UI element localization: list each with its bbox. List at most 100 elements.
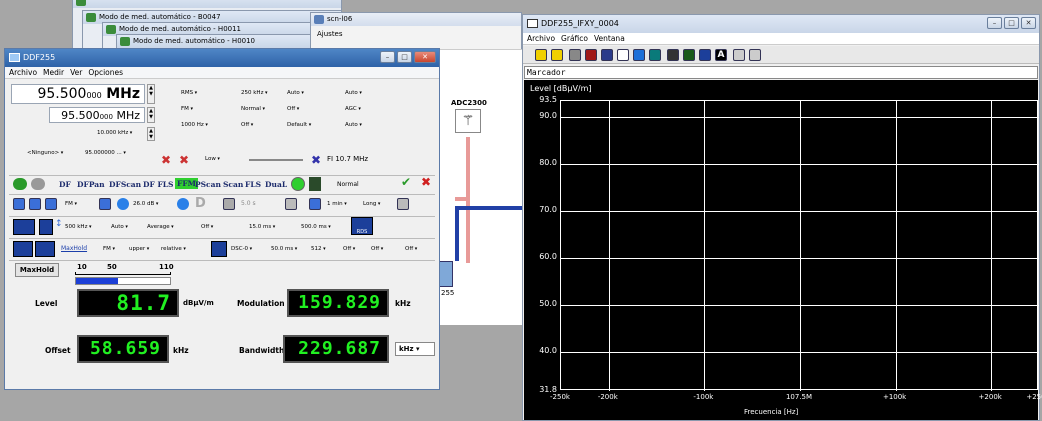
btn-fls[interactable]: FLS <box>245 180 261 189</box>
volume-slider[interactable] <box>249 159 303 161</box>
row4-upper[interactable]: upper <box>129 245 149 254</box>
col3-1[interactable]: Off <box>287 105 299 114</box>
menu-ventana[interactable]: Ventana <box>594 33 625 44</box>
auto-select[interactable]: Auto <box>111 223 128 232</box>
col2-2[interactable]: Off <box>241 121 253 130</box>
span-select[interactable]: 500 kHz <box>65 223 92 232</box>
average-select[interactable]: Average <box>147 223 174 232</box>
col2-1[interactable]: Normal <box>241 105 265 114</box>
meas-time-select[interactable]: 15.0 ms <box>249 223 275 232</box>
tool8-icon[interactable] <box>699 49 711 61</box>
record-icon[interactable] <box>291 177 305 191</box>
period-select[interactable]: 1 min <box>327 200 347 209</box>
menu-opciones[interactable]: Opciones <box>88 67 123 78</box>
row4-off2[interactable]: Off <box>371 245 383 254</box>
l-icon[interactable] <box>13 198 25 210</box>
tool5-icon[interactable] <box>649 49 661 61</box>
second-frequency-field[interactable]: 95.500000 MHz <box>49 107 145 123</box>
minimize-button[interactable]: – <box>987 17 1002 29</box>
row4-50ms[interactable]: 50.0 ms <box>271 245 297 254</box>
col1-0[interactable]: RMS <box>181 89 197 98</box>
btn-dfpan[interactable]: DFPan <box>77 180 105 189</box>
step-select[interactable]: 10.000 kHz <box>97 129 132 138</box>
col3-0[interactable]: Auto <box>287 89 304 98</box>
att-select[interactable]: 26.0 dB <box>133 200 158 209</box>
row4-off3[interactable]: Off <box>405 245 417 254</box>
gray-icon[interactable] <box>285 198 297 210</box>
start-icon[interactable] <box>13 178 27 190</box>
preset-freq[interactable]: 95.000000 ... <box>85 149 126 158</box>
row4-off1[interactable]: Off <box>343 245 355 254</box>
menu-archivo[interactable]: Archivo <box>9 67 37 78</box>
stop-icon[interactable] <box>31 178 45 190</box>
tu-icon[interactable] <box>223 198 235 210</box>
b-icon[interactable] <box>99 198 111 210</box>
bandwidth-unit-select[interactable]: kHz ▾ <box>395 342 435 356</box>
col4-2[interactable]: Auto <box>345 121 362 130</box>
low-select[interactable]: Low <box>205 155 220 164</box>
maxhold-link[interactable]: MaxHold <box>61 245 87 252</box>
maximize-button[interactable]: □ <box>1004 17 1019 29</box>
tool7-icon[interactable] <box>683 49 695 61</box>
dsc-icon[interactable] <box>211 241 227 257</box>
maxhold-button[interactable]: MaxHold <box>15 263 59 277</box>
demod-select[interactable]: FM <box>65 200 77 209</box>
check-icon[interactable]: ✔ <box>401 175 411 189</box>
tool3-icon[interactable] <box>601 49 613 61</box>
tool-icon[interactable] <box>569 49 581 61</box>
hold-time-select[interactable]: 500.0 ms <box>301 223 331 232</box>
ifxy-window[interactable]: DDF255_IFXY_0004 – □ ✕ Archivo Gráfico Ven… <box>522 14 1042 421</box>
row4-fm[interactable]: FM <box>103 245 115 254</box>
link-icon[interactable] <box>177 198 189 210</box>
x-circle-icon[interactable] <box>117 198 129 210</box>
cancel-icon[interactable]: ✖ <box>421 175 431 189</box>
tool9-icon[interactable] <box>733 49 745 61</box>
tool2-icon[interactable] <box>585 49 597 61</box>
text-icon[interactable]: A <box>715 49 727 61</box>
btn-dual[interactable]: DuaL <box>265 180 287 189</box>
row4-512[interactable]: 512 <box>311 245 326 254</box>
menu-grafico[interactable]: Gráfico <box>561 33 588 44</box>
col1-2[interactable]: 1000 Hz <box>181 121 208 130</box>
squelch-icon[interactable]: ✖ <box>179 153 189 167</box>
gray-icon-2[interactable] <box>397 198 409 210</box>
freq-spin[interactable]: ▲ ▼ <box>147 84 155 104</box>
mute-icon[interactable]: ✖ <box>161 153 171 167</box>
menu-archivo[interactable]: Archivo <box>527 33 555 44</box>
btn-pscan[interactable]: PScan <box>195 180 221 189</box>
col4-1[interactable]: AGC <box>345 105 361 114</box>
tool6-icon[interactable] <box>667 49 679 61</box>
ddf255-window[interactable]: DDF255 – □ ✕ Archivo Medir Ver Opciones 95… <box>4 48 440 390</box>
fi-off-icon[interactable]: ✖ <box>311 153 321 167</box>
long-select[interactable]: Long <box>363 200 380 209</box>
step-spin[interactable]: ▲ ▼ <box>147 127 155 141</box>
device-icon[interactable] <box>439 261 453 287</box>
marker-field[interactable]: Marcador <box>524 66 1038 79</box>
m-icon[interactable] <box>45 198 57 210</box>
rds-icon[interactable]: RDS <box>351 217 373 235</box>
col2-0[interactable]: 250 kHz <box>241 89 268 98</box>
btn-scan[interactable]: Scan <box>223 180 243 189</box>
pan-icon[interactable] <box>13 241 33 257</box>
minimize-button[interactable]: – <box>380 51 395 63</box>
if-icon[interactable] <box>39 219 53 235</box>
d-icon[interactable] <box>29 198 41 210</box>
menu-ajustes[interactable]: Ajustes <box>311 26 521 42</box>
marker2-icon[interactable] <box>551 49 563 61</box>
menu-ver[interactable]: Ver <box>70 67 82 78</box>
arrow-icon[interactable]: ↕ <box>55 219 63 229</box>
tool10-icon[interactable] <box>749 49 761 61</box>
spectrum-icon[interactable] <box>13 219 35 235</box>
main-frequency-field[interactable]: 95.500000 MHz <box>11 84 145 104</box>
col4-0[interactable]: Auto <box>345 89 362 98</box>
menu-medir[interactable]: Medir <box>43 67 64 78</box>
marker-icon[interactable] <box>535 49 547 61</box>
close-button[interactable]: ✕ <box>414 51 436 63</box>
btn-dfscan[interactable]: DFScan <box>109 180 141 189</box>
freq2-spin[interactable]: ▲ ▼ <box>147 107 155 123</box>
col3-2[interactable]: Default <box>287 121 311 130</box>
maximize-button[interactable]: □ <box>397 51 412 63</box>
off-select[interactable]: Off <box>201 223 213 232</box>
save-icon[interactable] <box>309 177 321 191</box>
btn-df[interactable]: DF <box>59 180 71 189</box>
